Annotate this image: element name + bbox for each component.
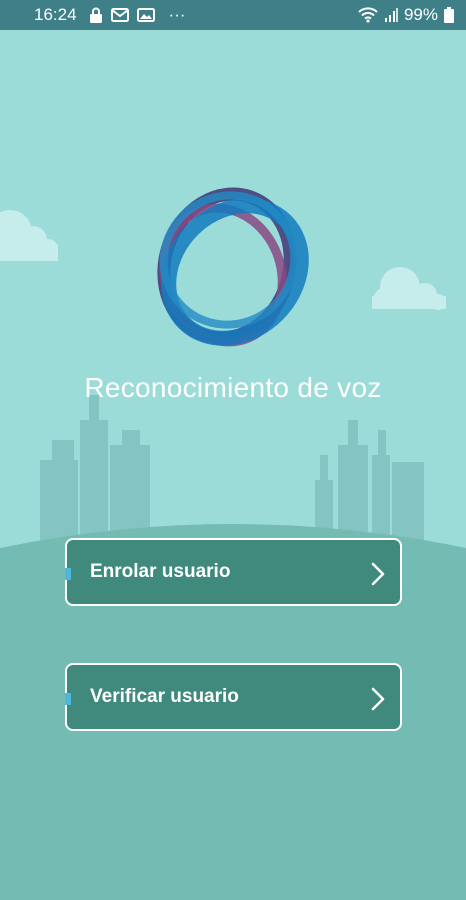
mail-icon (110, 8, 129, 22)
enrol-user-label: Enrolar usuario (90, 561, 231, 582)
more-notifications: ··· (168, 5, 186, 24)
button-accent (65, 693, 71, 705)
battery-icon (444, 7, 454, 23)
app-title: Reconocimiento de voz (84, 372, 382, 403)
signal-icon (384, 8, 398, 22)
chevron-right-icon (371, 687, 385, 711)
cloud-right (372, 267, 446, 310)
button-accent (65, 568, 71, 580)
notification-icons: ··· (89, 5, 186, 25)
gallery-icon (136, 8, 155, 22)
lock-icon (89, 7, 103, 23)
status-bar: 16:24 ··· 99% (0, 0, 466, 30)
background-scene (0, 210, 466, 900)
status-right: 99% (358, 5, 454, 25)
status-time: 16:24 (34, 5, 77, 24)
verify-user-label: Verificar usuario (90, 686, 239, 707)
battery-level: 99% (403, 5, 438, 24)
enrol-user-button[interactable]: Enrolar usuario (65, 538, 402, 606)
voice-recognition-logo (157, 187, 309, 347)
chevron-right-icon (371, 562, 385, 586)
verify-user-button[interactable]: Verificar usuario (65, 663, 402, 731)
cloud-left (0, 210, 58, 261)
wifi-icon (358, 7, 378, 23)
